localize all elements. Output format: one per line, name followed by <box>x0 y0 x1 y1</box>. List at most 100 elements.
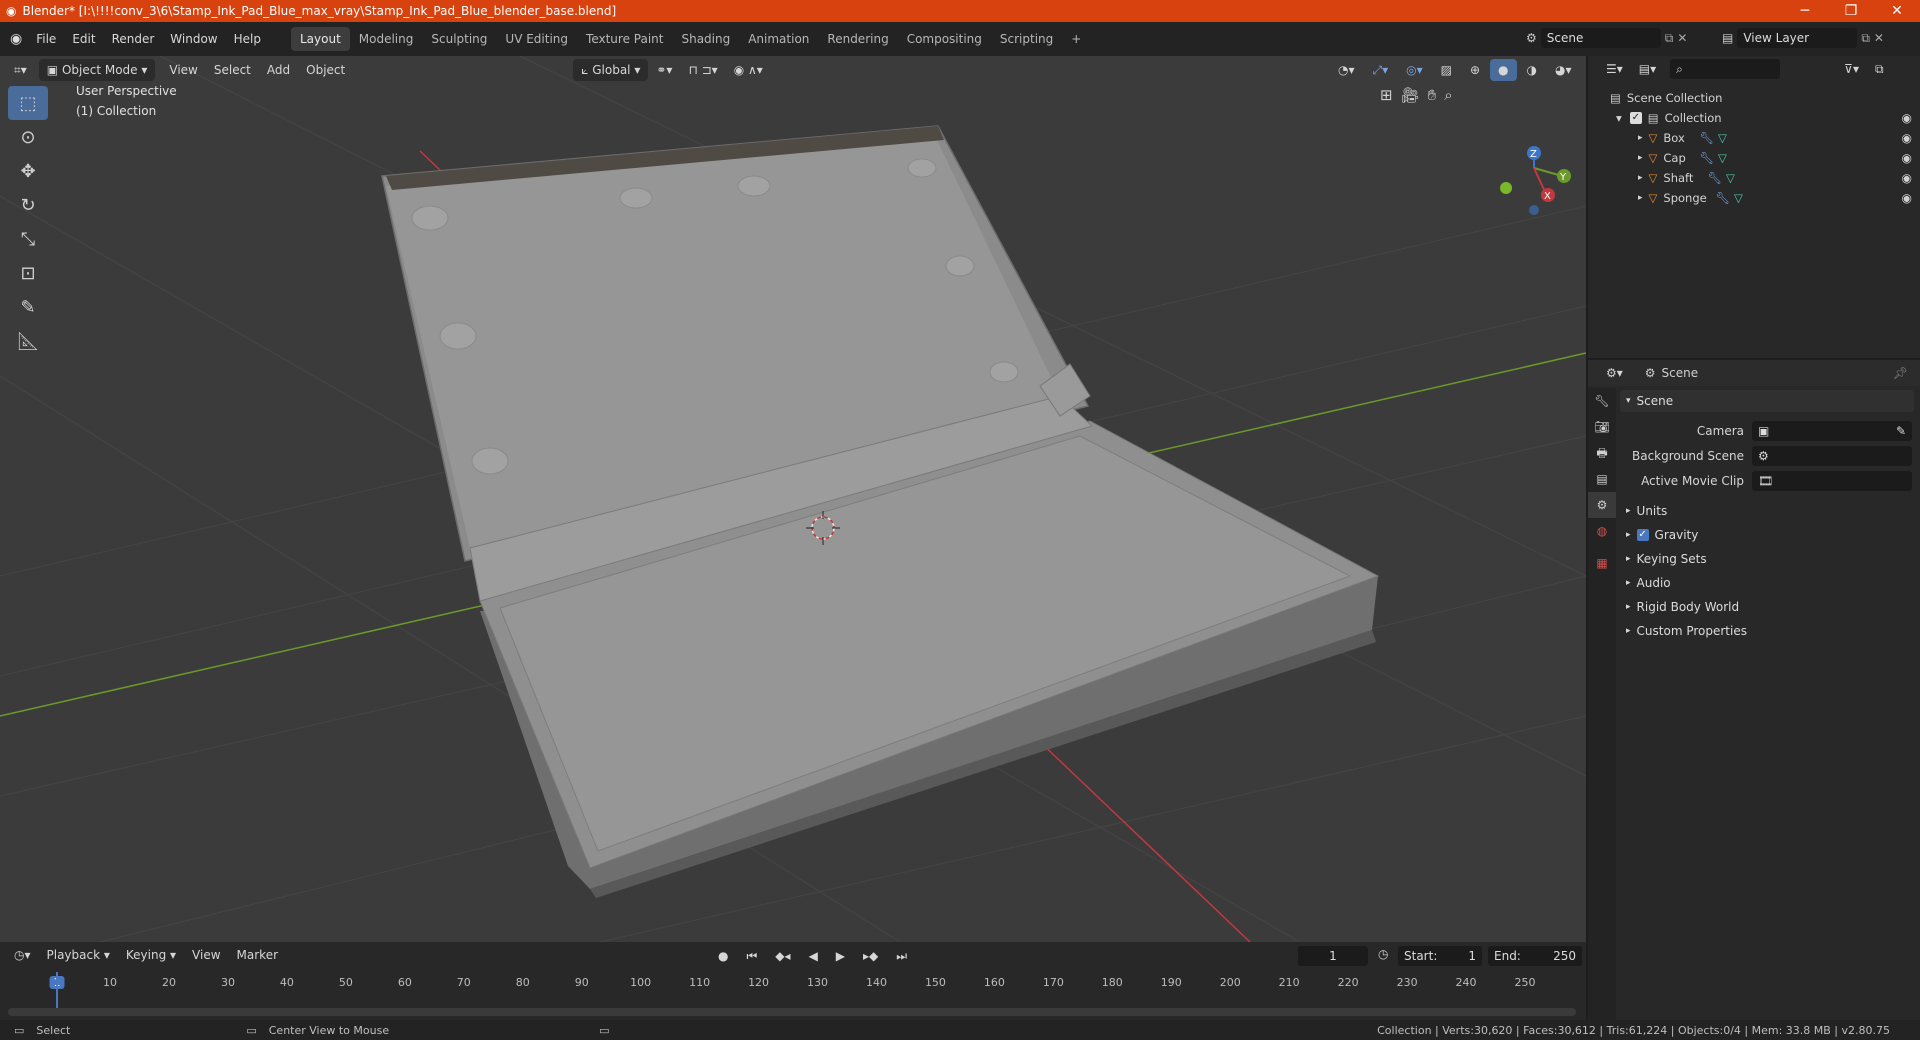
select-box-tool-icon[interactable]: ⬚ <box>8 86 48 120</box>
scale-tool-icon[interactable]: ⤡ <box>8 222 48 256</box>
outliner-object-shaft[interactable]: ▸ ▽ Shaft 🔧︎ ▽ ◉ <box>1588 168 1920 188</box>
record-icon[interactable]: ● <box>710 945 736 967</box>
background-scene-field[interactable]: ⚙ <box>1752 446 1912 466</box>
outliner-scene-collection[interactable]: ▤ Scene Collection <box>1588 88 1920 108</box>
transform-tool-icon[interactable]: ⊡ <box>8 256 48 290</box>
view-layer-field[interactable]: View Layer <box>1737 28 1858 48</box>
mode-selector[interactable]: ▣ Object Mode ▾ <box>38 59 156 81</box>
proportional-editing-icon[interactable]: ◉ ∧▾ <box>726 59 771 81</box>
tab-view-layer-icon[interactable]: ▤ <box>1588 466 1616 492</box>
add-workspace-button[interactable]: + <box>1062 27 1090 51</box>
menu-file[interactable]: File <box>28 27 64 51</box>
tab-texture-paint[interactable]: Texture Paint <box>577 27 672 51</box>
rendered-shading-icon[interactable]: ◕▾ <box>1547 59 1580 81</box>
snap-icon[interactable]: ⊓ ⊐▾ <box>680 59 725 81</box>
measure-tool-icon[interactable]: 📐︎ <box>8 324 48 358</box>
tab-tool-icon[interactable]: 🔧︎ <box>1588 388 1616 414</box>
tab-texture-icon[interactable]: ▦ <box>1588 550 1616 576</box>
close-button[interactable]: ✕ <box>1874 3 1920 19</box>
view-layer-icon[interactable]: ▤ <box>1722 31 1733 45</box>
scene-name-field[interactable]: Scene <box>1540 28 1661 48</box>
move-tool-icon[interactable]: ✥ <box>8 154 48 188</box>
delete-scene-icon[interactable]: ✕ <box>1677 31 1687 45</box>
minimize-button[interactable]: ─ <box>1782 3 1828 19</box>
outliner-object-sponge[interactable]: ▸ ▽ Sponge 🔧︎ ▽ ◉ <box>1588 188 1920 208</box>
tab-animation[interactable]: Animation <box>739 27 818 51</box>
wireframe-shading-icon[interactable]: ⊕ <box>1462 59 1488 81</box>
pan-view-icon[interactable]: ✋︎ <box>1428 86 1437 104</box>
menu-help[interactable]: Help <box>226 27 269 51</box>
preview-range-icon[interactable]: ◷ <box>1378 947 1388 961</box>
collection-checkbox[interactable]: ✓ <box>1629 112 1642 124</box>
material-shading-icon[interactable]: ◑ <box>1519 59 1545 81</box>
overlay-toggle-icon[interactable]: ◎▾ <box>1398 59 1431 81</box>
filter-icon[interactable]: ⊽▾ <box>1836 58 1867 80</box>
outliner-search-input[interactable]: ⌕ <box>1670 59 1781 79</box>
tab-rendering[interactable]: Rendering <box>818 27 897 51</box>
menu-add[interactable]: Add <box>259 59 298 81</box>
visibility-icon[interactable]: ◔▾ <box>1330 59 1363 81</box>
timeline-editor-type-icon[interactable]: ◷▾ <box>6 944 39 966</box>
transform-orientation-dropdown[interactable]: ⟀ Global ▾ <box>573 59 649 81</box>
tab-scripting[interactable]: Scripting <box>991 27 1062 51</box>
menu-playback[interactable]: Playback ▾ <box>39 944 118 966</box>
timeline-scrollbar[interactable] <box>8 1008 1576 1016</box>
toggle-grid-view-icon[interactable]: ⊞ <box>1380 86 1393 104</box>
menu-timeline-view[interactable]: View <box>184 944 228 966</box>
jump-keyframe-forward-icon[interactable]: ▸◆ <box>855 945 886 967</box>
new-scene-icon[interactable]: ⧉ <box>1665 31 1674 46</box>
expand-arrow-icon[interactable]: ▸ <box>1638 193 1643 203</box>
xray-toggle-icon[interactable]: ▨ <box>1433 59 1460 81</box>
end-frame-field[interactable]: End: 250 <box>1488 946 1582 966</box>
3d-viewport[interactable]: Z Y X ⌗▾ ▣ Object Mode ▾ View Select Add… <box>0 56 1586 942</box>
expand-arrow-icon[interactable]: ▸ <box>1638 153 1643 163</box>
outliner-editor-type-icon[interactable]: ☰▾ <box>1598 58 1631 80</box>
visibility-eye-icon[interactable]: ◉ <box>1902 111 1912 125</box>
menu-marker[interactable]: Marker <box>229 944 286 966</box>
rigid-body-world-panel-header[interactable]: ▸ Rigid Body World <box>1620 596 1914 618</box>
maximize-button[interactable]: ❐ <box>1828 3 1874 19</box>
custom-properties-panel-header[interactable]: ▸ Custom Properties <box>1620 620 1914 642</box>
tab-scene-icon[interactable]: ⚙ <box>1588 492 1616 518</box>
gizmo-toggle-icon[interactable]: ⤢▾ <box>1365 59 1397 81</box>
tab-modeling[interactable]: Modeling <box>350 27 423 51</box>
menu-keying[interactable]: Keying ▾ <box>118 944 184 966</box>
menu-view[interactable]: View <box>161 59 205 81</box>
expand-arrow-icon[interactable]: ▸ <box>1638 133 1643 143</box>
tab-uv-editing[interactable]: UV Editing <box>496 27 577 51</box>
zoom-view-icon[interactable]: ⌕ <box>1444 86 1452 104</box>
properties-editor-type-icon[interactable]: ⚙▾ <box>1598 362 1631 384</box>
new-collection-icon[interactable]: ⧉ <box>1867 58 1892 80</box>
expand-arrow-icon[interactable]: ▸ <box>1638 173 1643 183</box>
eyedropper-icon[interactable]: ✎ <box>1896 421 1906 441</box>
play-reverse-icon[interactable]: ◀ <box>801 945 826 967</box>
units-panel-header[interactable]: ▸ Units <box>1620 500 1914 522</box>
visibility-eye-icon[interactable]: ◉ <box>1902 191 1912 205</box>
jump-keyframe-back-icon[interactable]: ◆◂ <box>767 945 798 967</box>
scene-panel-header[interactable]: ▾ Scene <box>1620 390 1914 412</box>
jump-start-icon[interactable]: ⏮ <box>738 945 765 967</box>
audio-panel-header[interactable]: ▸ Audio <box>1620 572 1914 594</box>
ink-pad-mesh[interactable] <box>381 125 1380 898</box>
gravity-panel-header[interactable]: ▸ ✓ Gravity <box>1620 524 1914 546</box>
tab-compositing[interactable]: Compositing <box>898 27 991 51</box>
pivot-point-icon[interactable]: ⚭▾ <box>648 59 680 81</box>
editor-type-icon[interactable]: ⌗▾ <box>6 59 35 81</box>
camera-field[interactable]: ▣ ✎ <box>1752 421 1912 441</box>
pin-icon[interactable]: 📌︎ <box>1893 366 1908 380</box>
collapse-arrow-icon[interactable]: ▾ <box>1616 111 1622 125</box>
blender-menu-icon[interactable]: ◉ <box>10 31 22 47</box>
menu-edit[interactable]: Edit <box>64 27 103 51</box>
solid-shading-icon[interactable]: ● <box>1490 59 1517 81</box>
rotate-tool-icon[interactable]: ↻ <box>8 188 48 222</box>
tab-render-icon[interactable]: 📷︎ <box>1588 414 1616 440</box>
outliner-collection[interactable]: ▾ ✓ ▤ Collection ◉ <box>1588 108 1920 128</box>
tab-sculpting[interactable]: Sculpting <box>422 27 496 51</box>
navigation-gizmo[interactable]: Z Y X <box>1500 146 1571 215</box>
keying-sets-panel-header[interactable]: ▸ Keying Sets <box>1620 548 1914 570</box>
visibility-eye-icon[interactable]: ◉ <box>1902 151 1912 165</box>
outliner-object-box[interactable]: ▸ ▽ Box 🔧︎ ▽ ◉ <box>1588 128 1920 148</box>
scene-selector-icon[interactable]: ⚙ <box>1526 31 1537 45</box>
visibility-eye-icon[interactable]: ◉ <box>1902 131 1912 145</box>
annotate-tool-icon[interactable]: ✎ <box>8 290 48 324</box>
